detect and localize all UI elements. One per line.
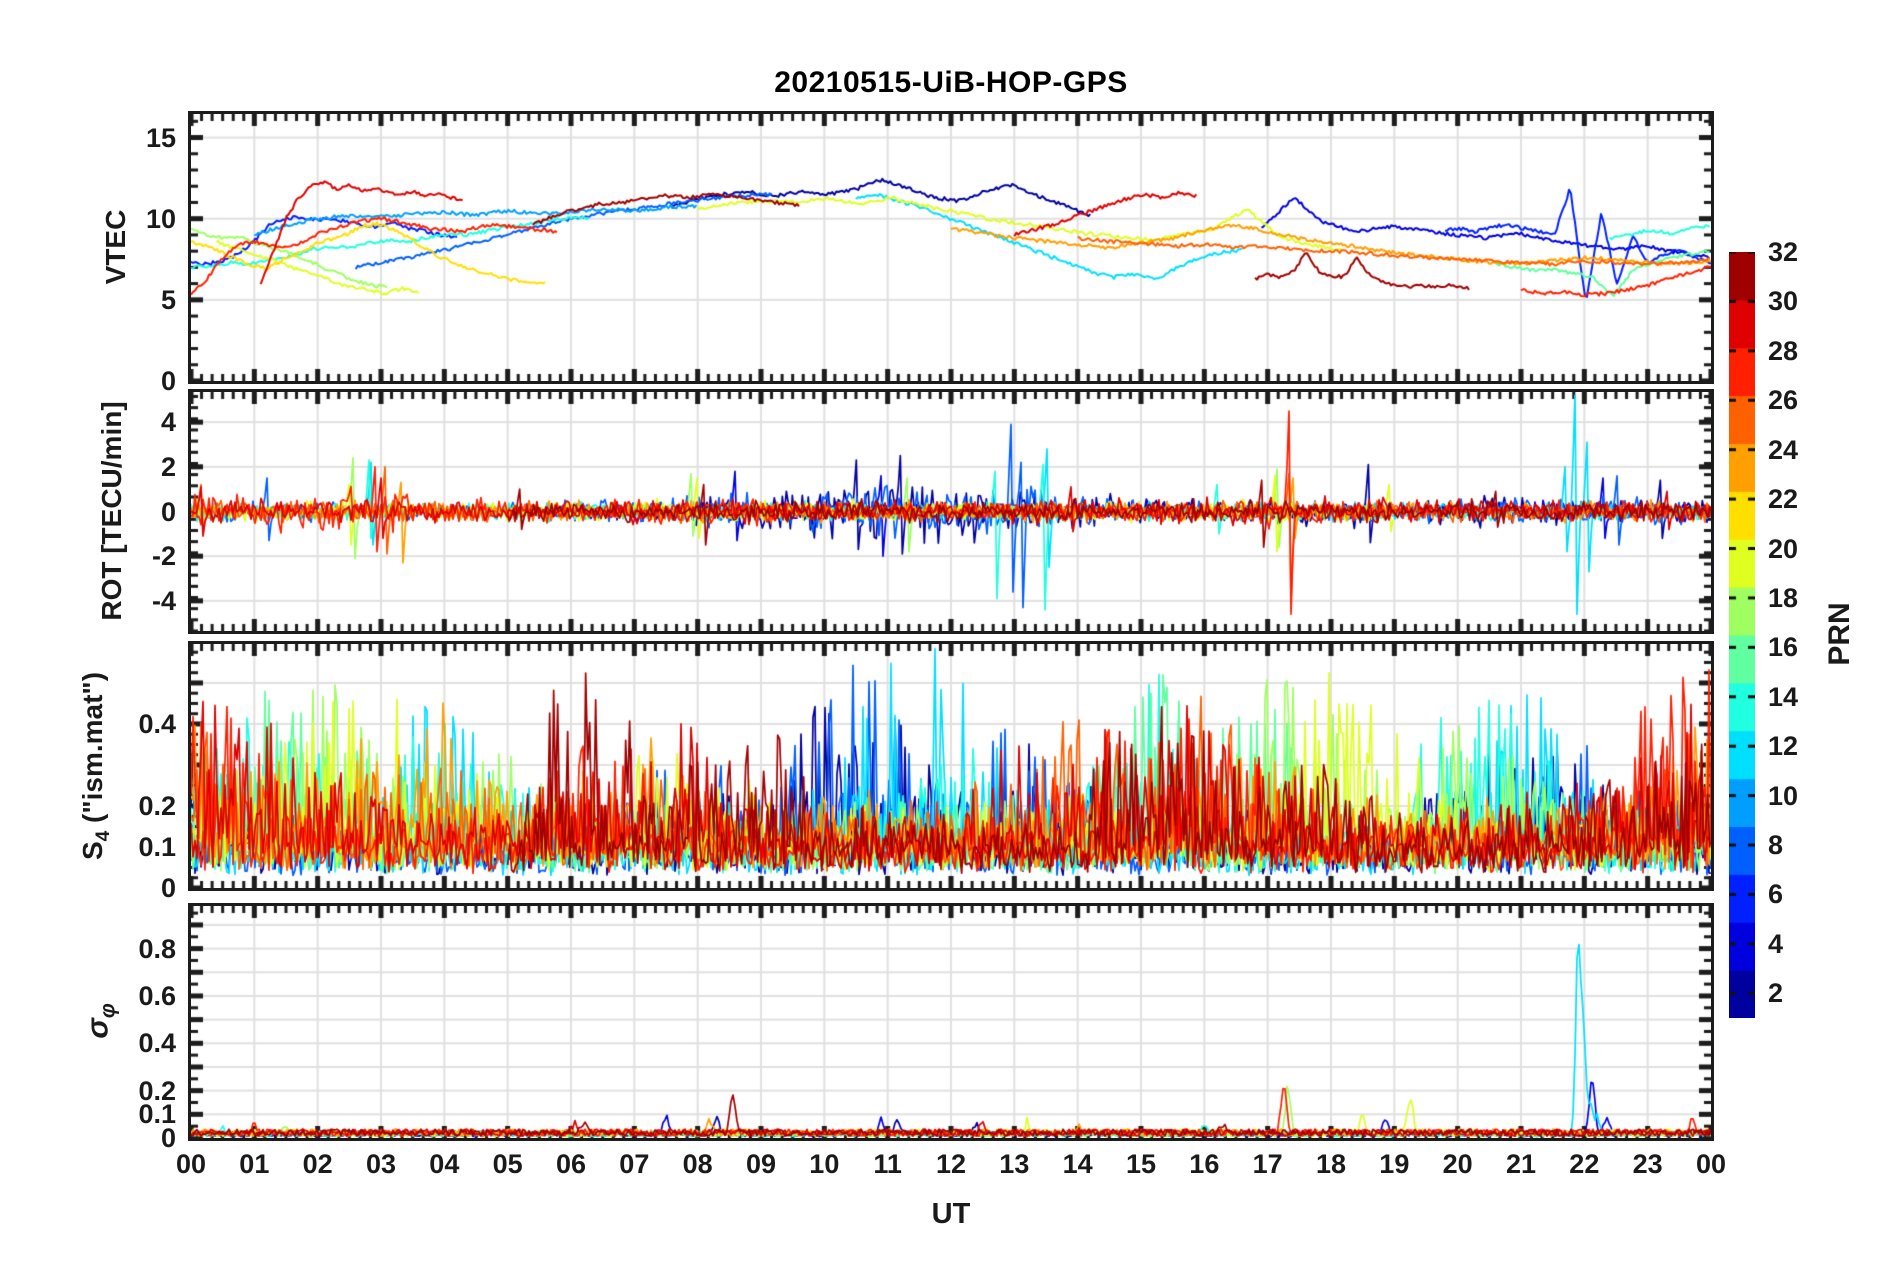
y-tick-label: -2 xyxy=(151,541,176,572)
y-tick-label: 0.2 xyxy=(138,1075,176,1106)
x-axis-label: UT xyxy=(931,1198,971,1230)
colorbar-tick-label: 30 xyxy=(1768,286,1799,317)
vtec-panel xyxy=(188,111,1714,384)
y-tick-label: 0 xyxy=(160,496,176,527)
colorbar-tick-label: 10 xyxy=(1768,780,1799,811)
colorbar xyxy=(1729,252,1755,1018)
colorbar-title: PRN xyxy=(1823,602,1856,666)
y-tick-label: 10 xyxy=(145,203,176,234)
rot-plot-canvas xyxy=(191,392,1711,631)
colorbar-tick-label: 20 xyxy=(1768,533,1799,564)
colorbar-tick-label: 22 xyxy=(1768,484,1799,515)
y-tick-label: 0.6 xyxy=(138,980,176,1011)
x-tick-label: 00 xyxy=(1695,1149,1727,1179)
y-tick-label: 0 xyxy=(160,366,176,396)
y-tick-label: 15 xyxy=(145,122,176,153)
colorbar-tick-label: 8 xyxy=(1768,830,1784,861)
y-tick-label: 0.2 xyxy=(138,790,176,821)
colorbar-tick-label: 14 xyxy=(1768,681,1799,712)
colorbar-tick-label: 2 xyxy=(1768,978,1784,1009)
colorbar-tick-label: 12 xyxy=(1768,731,1799,762)
s4-plot-canvas xyxy=(191,644,1711,888)
y-tick-label: 0.4 xyxy=(138,708,176,739)
y-tick-label: 4 xyxy=(160,407,176,438)
colorbar-tick-label: 26 xyxy=(1768,385,1799,416)
y-tick-label: 2 xyxy=(160,451,176,482)
figure-root: 20210515-UiB-HOP-GPS VTEC ROT [TECU/min]… xyxy=(0,0,1902,1272)
y-tick-label: -4 xyxy=(151,585,176,616)
y-tick-label: 5 xyxy=(160,284,176,315)
colorbar-tick-label: 24 xyxy=(1768,434,1799,465)
chart-title: 20210515-UiB-HOP-GPS xyxy=(774,66,1128,99)
sigma-phi-plot-canvas xyxy=(191,906,1711,1138)
y-tick-label: 0 xyxy=(160,873,176,903)
colorbar-tick-label: 16 xyxy=(1768,632,1799,663)
colorbar-tick-label: 18 xyxy=(1768,582,1799,613)
sigma-phi-panel xyxy=(188,903,1714,1141)
vtec-plot-canvas xyxy=(191,114,1711,381)
colorbar-tick-label: 6 xyxy=(1768,879,1784,910)
y-tick-label: 0.4 xyxy=(138,1028,176,1059)
y-tick-label: 0.8 xyxy=(138,933,176,964)
colorbar-canvas xyxy=(1729,252,1755,1018)
rot-panel xyxy=(188,389,1714,634)
colorbar-tick-label: 28 xyxy=(1768,335,1799,366)
colorbar-tick-label: 32 xyxy=(1768,237,1799,267)
colorbar-tick-label: 4 xyxy=(1768,928,1784,959)
y-tick-label: 0.1 xyxy=(138,831,176,862)
s4-panel xyxy=(188,641,1714,891)
